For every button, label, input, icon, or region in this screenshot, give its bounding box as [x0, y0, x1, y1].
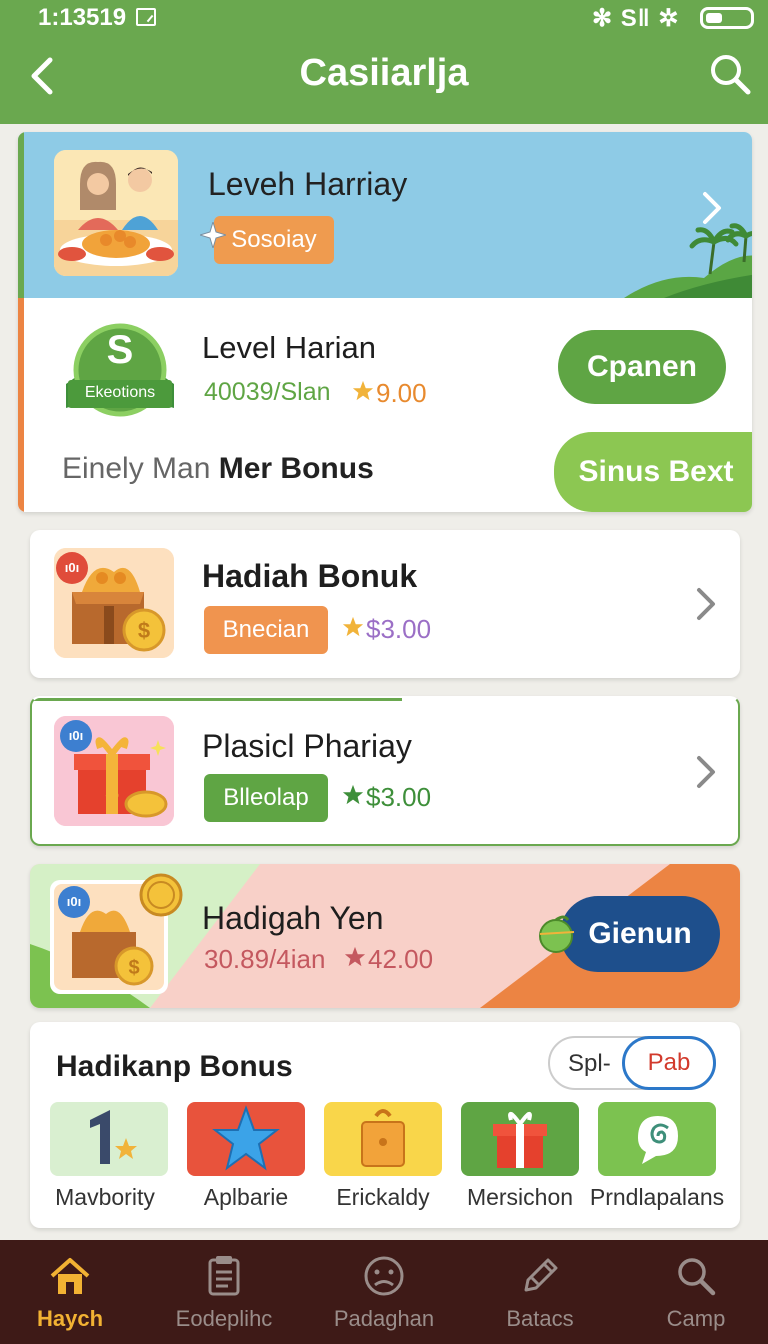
bonus-section: Hadikanp Bonus Spl- Pab Mavbority Aplbar… — [30, 1022, 740, 1228]
star-icon — [344, 946, 366, 967]
svg-text:$: $ — [128, 957, 139, 979]
battery-icon — [700, 7, 754, 29]
card-accent — [32, 698, 402, 701]
nav-item-padaghan[interactable]: Padaghan — [314, 1240, 454, 1344]
system-icons: ✻ S‖ ✲ — [592, 5, 680, 32]
promo-title: Hadigah Yen — [202, 900, 384, 936]
promo-reward: 42.00 — [368, 944, 434, 974]
next-button[interactable]: Sinus Bext — [554, 432, 752, 512]
level-badge-letter: S — [106, 328, 134, 372]
chevron-left-icon[interactable] — [24, 56, 64, 96]
star-icon — [212, 1105, 280, 1171]
status-time: 1:13519 — [38, 4, 127, 31]
category-tile-aplbarie[interactable] — [187, 1102, 305, 1176]
nav-label: Padaghan — [333, 1306, 435, 1331]
view-toggle[interactable]: Spl- Pab — [548, 1036, 716, 1090]
level-section: S Ekeotions Level Harian 40039/Slan 9.00… — [18, 298, 752, 512]
trophy-number-icon — [90, 1110, 137, 1164]
category-label: Prndlapalans — [589, 1184, 725, 1210]
featured-tag: Sosoiay — [214, 216, 334, 264]
toggle-option-off[interactable]: Spl- — [568, 1050, 611, 1078]
category-tile-mavbority[interactable] — [50, 1102, 168, 1176]
nav-label: Eodeplihc — [175, 1306, 273, 1331]
palm-hills-icon — [624, 223, 752, 298]
couple-dinner-image — [54, 150, 178, 276]
offer-price: $3.00 — [366, 782, 432, 812]
bottom-navigation: Haych Eodeplihc Padaghan Batacs Camp — [0, 1240, 768, 1344]
star-icon — [352, 380, 374, 401]
offer-title: Plasicl Phariay — [202, 728, 412, 764]
offer-tag: Bnecian — [204, 606, 328, 654]
open-button[interactable]: Cpanen — [558, 330, 726, 404]
toggle-option-on[interactable]: Pab — [622, 1036, 716, 1090]
lock-box-icon — [361, 1109, 405, 1167]
star-icon — [342, 616, 364, 637]
document-icon — [208, 1256, 240, 1296]
go-button[interactable]: Gienun — [560, 896, 720, 972]
star-icon — [342, 784, 364, 805]
category-tile-erickaldy[interactable] — [324, 1102, 442, 1176]
nav-item-haych[interactable]: Haych — [0, 1240, 140, 1344]
nav-label: Batacs — [506, 1306, 574, 1331]
nav-item-eodeplihc[interactable]: Eodeplihc — [154, 1240, 294, 1344]
nav-item-camp[interactable]: Camp — [626, 1240, 766, 1344]
offer-card-1[interactable]: $ ı0ı Hadiah Bonuk Bnecian $3.00 — [30, 530, 740, 678]
hot-badge: ı0ı — [58, 886, 90, 918]
chevron-right-icon[interactable] — [700, 190, 724, 226]
edit-notification-icon — [136, 8, 156, 26]
featured-card: Leveh Harriay Sosoiay S Ekeotions Level … — [18, 132, 752, 512]
level-reward: 9.00 — [376, 378, 427, 408]
home-icon — [50, 1258, 90, 1294]
offer-title: Hadiah Bonuk — [202, 558, 418, 594]
level-progress: 40039/Slan — [204, 378, 331, 406]
pencil-icon — [524, 1258, 558, 1292]
promo-card[interactable]: $ ı0ı Hadigah Yen 30.89/4ian 42.00 Gienu… — [30, 864, 740, 1008]
gift-icon — [493, 1112, 547, 1168]
search-icon[interactable] — [708, 52, 752, 96]
hot-badge: ı0ı — [56, 552, 88, 584]
bonus-section-title: Hadikanp Bonus — [56, 1050, 293, 1083]
spiral-chat-icon — [638, 1116, 678, 1164]
category-label: Mavbority — [55, 1184, 155, 1210]
promo-progress: 30.89/4ian — [204, 944, 326, 974]
offer-price: $3.00 — [366, 614, 432, 644]
search-icon — [678, 1258, 716, 1296]
featured-hero[interactable]: Leveh Harriay Sosoiay — [18, 132, 752, 298]
bonus-text-bold: Mer Bonus — [218, 452, 374, 485]
category-label: Aplbarie — [203, 1184, 289, 1210]
category-label: Mersichon — [466, 1184, 574, 1210]
hot-badge: ı0ı — [60, 720, 92, 752]
nav-item-batacs[interactable]: Batacs — [470, 1240, 610, 1344]
featured-title: Leveh Harriay — [208, 166, 408, 202]
svg-text:$: $ — [138, 618, 150, 643]
bonus-text-light: Einely Man — [62, 452, 211, 485]
sparkle-icon — [200, 222, 226, 248]
level-badge-text: Ekeotions — [84, 384, 156, 401]
face-icon — [364, 1256, 404, 1296]
status-bar: 1:13519 ✻ S‖ ✲ — [0, 0, 768, 36]
bonus-text: Einely Man Mer Bonus — [62, 452, 374, 486]
svg-text:$: $ — [105, 779, 119, 806]
nav-label: Haych — [36, 1306, 104, 1331]
category-tile-mersichon[interactable] — [461, 1102, 579, 1176]
level-title: Level Harian — [202, 330, 377, 365]
nav-label: Camp — [666, 1306, 726, 1331]
page-title: Casiiarlja — [299, 52, 469, 94]
coin-icon — [139, 873, 183, 917]
offer-tag: Blleolap — [204, 774, 328, 822]
app-header: 1:13519 ✻ S‖ ✲ Casiiarlja — [0, 0, 768, 124]
apple-icon — [539, 915, 575, 953]
chevron-right-icon[interactable] — [694, 586, 718, 622]
chevron-right-icon[interactable] — [694, 754, 718, 790]
offer-card-2[interactable]: $ ı0ı Plasicl Phariay Blleolap $3.00 — [30, 696, 740, 846]
category-label: Erickaldy — [336, 1184, 430, 1210]
category-tile-prndlapalans[interactable] — [598, 1102, 716, 1176]
